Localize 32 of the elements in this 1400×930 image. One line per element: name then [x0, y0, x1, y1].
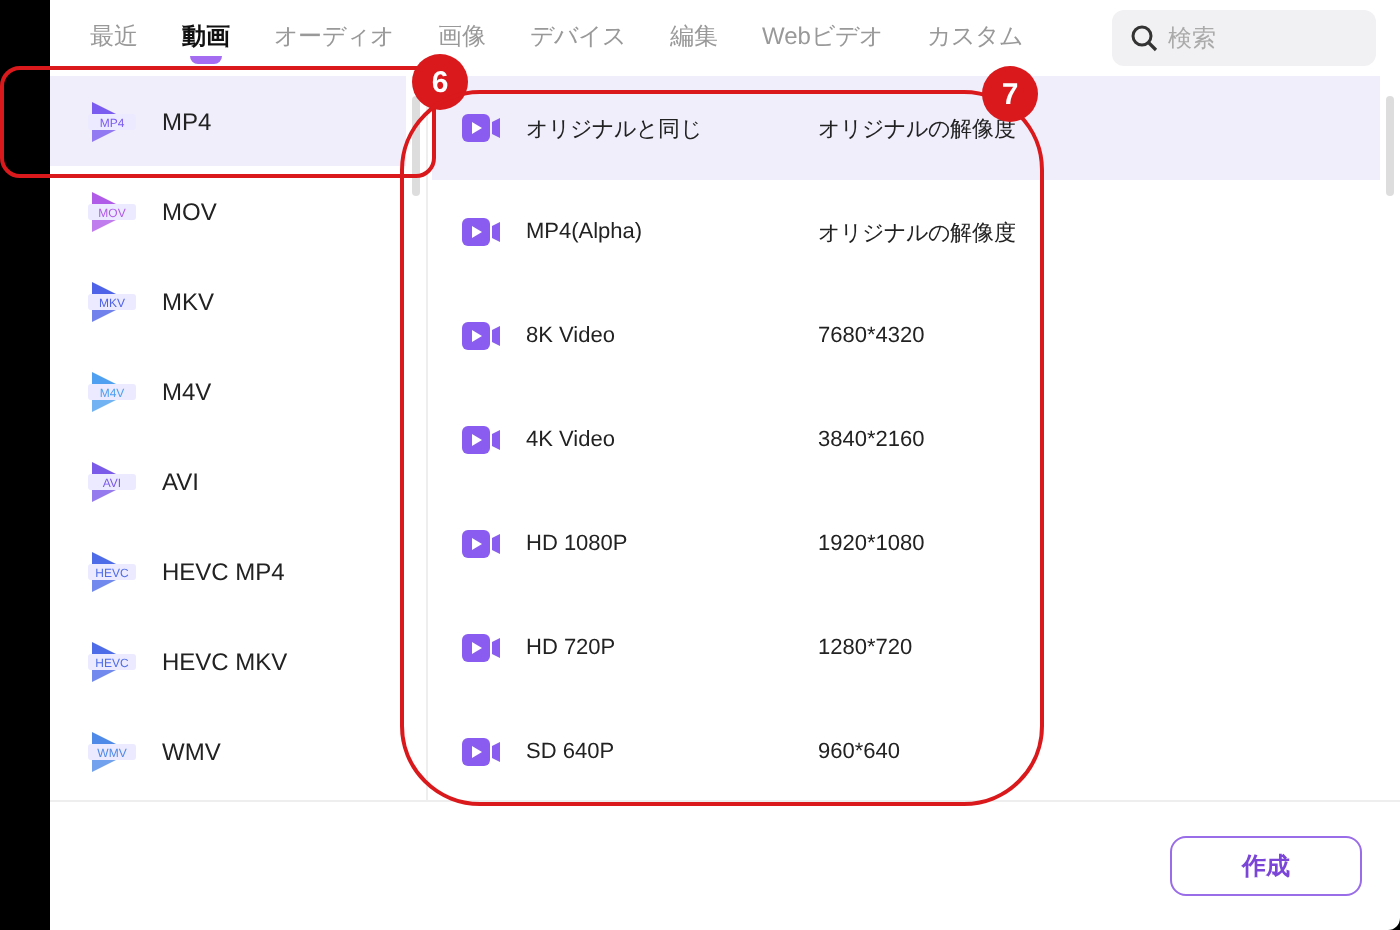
create-button[interactable]: 作成 [1170, 836, 1362, 896]
preset-name: SD 640P [526, 740, 617, 764]
preset-resolution: 3840*2160 [818, 428, 925, 452]
preset-row[interactable]: 8K Video 7680*4320 [432, 284, 1380, 388]
preset-name: HD 720P [526, 636, 618, 660]
preset-row[interactable]: MP4(Alpha) オリジナルの解像度 [432, 180, 1380, 284]
preset-row[interactable]: HD 1080P 1920*1080 [432, 492, 1380, 596]
preset-resolution: 7680*4320 [818, 324, 925, 348]
search-field[interactable]: 検索 [1112, 10, 1376, 66]
video-camera-icon [462, 528, 502, 560]
preset-row[interactable]: SD 640P 960*640 [432, 700, 1380, 804]
scrollbar-thumb[interactable] [1386, 96, 1394, 196]
preset-name: 4K Video [526, 428, 617, 452]
video-camera-icon [462, 216, 502, 248]
preset-resolution: 1280*720 [818, 636, 913, 660]
video-camera-icon [462, 736, 502, 768]
preset-name: 8K Video [526, 324, 617, 348]
preset-resolution: オリジナルの解像度 [818, 219, 1016, 247]
video-camera-icon [462, 424, 502, 456]
video-camera-icon [462, 112, 502, 144]
preset-row[interactable]: HD 720P 1280*720 [432, 596, 1380, 700]
video-camera-icon [462, 632, 502, 664]
search-icon [1130, 24, 1158, 52]
preset-row[interactable]: 4K Video 3840*2160 [432, 388, 1380, 492]
video-camera-icon [462, 320, 502, 352]
preset-name: オリジナルと同じ [526, 115, 704, 143]
scrollbar-thumb[interactable] [412, 96, 420, 196]
preset-resolution: 960*640 [818, 740, 900, 764]
preset-name: HD 1080P [526, 532, 630, 556]
preset-resolution: 1920*1080 [818, 532, 925, 556]
preset-name: MP4(Alpha) [526, 220, 645, 244]
category-tab[interactable]: 動画 [182, 22, 230, 64]
